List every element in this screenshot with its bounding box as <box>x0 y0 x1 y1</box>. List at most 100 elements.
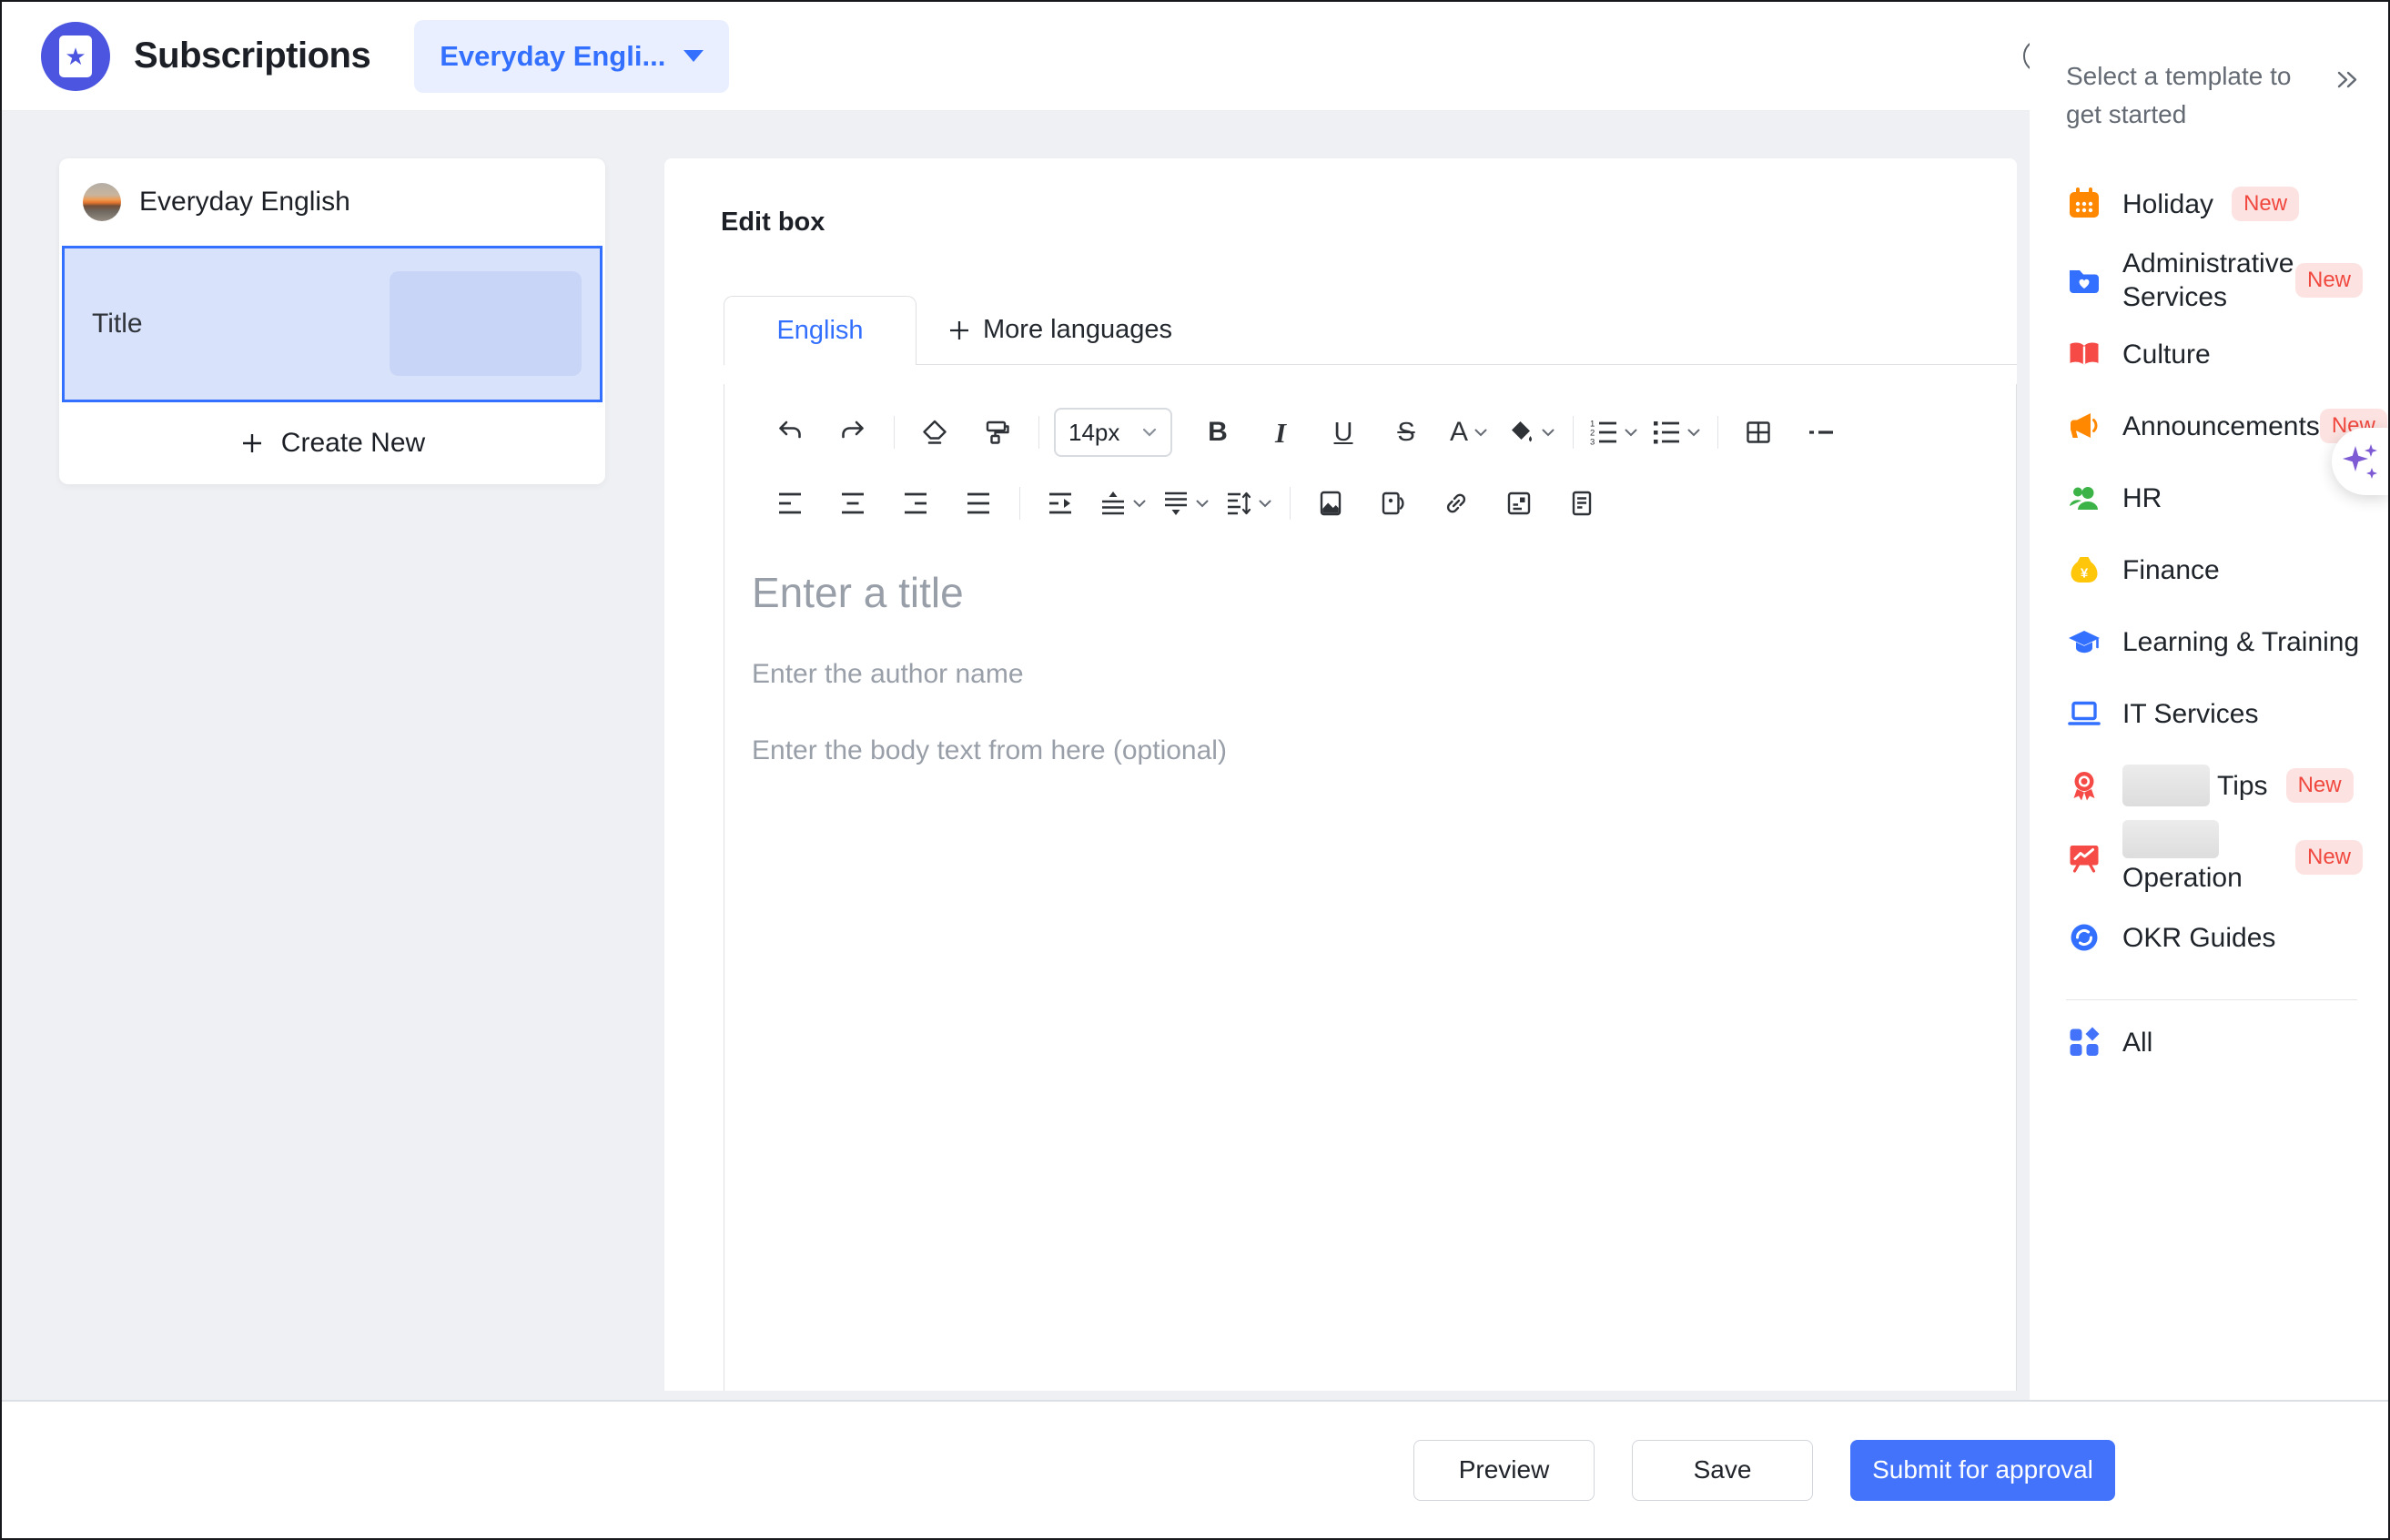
add-more-languages-button[interactable]: More languages <box>947 315 1172 365</box>
template-item-operation[interactable]: Operation New <box>2066 819 2363 896</box>
template-item-finance[interactable]: ¥ Finance <box>2066 532 2363 608</box>
align-left-button[interactable] <box>765 478 815 529</box>
collapse-sidebar-button[interactable] <box>2334 65 2363 94</box>
chevron-down-icon <box>1258 498 1272 510</box>
unordered-list-button[interactable] <box>1651 407 1702 458</box>
app-logo-icon: ★ <box>41 22 110 91</box>
document-icon: ★ <box>59 35 92 77</box>
new-badge: New <box>2295 840 2363 875</box>
align-justify-button[interactable] <box>953 478 1004 529</box>
folder-heart-icon <box>2066 262 2102 299</box>
horizontal-rule-button[interactable] <box>1796 407 1847 458</box>
new-badge: New <box>2286 768 2354 803</box>
calendar-icon <box>2066 186 2102 222</box>
toolbar-row-1: 14px B I U S A <box>765 397 1989 468</box>
align-left-icon <box>776 490 804 517</box>
strikethrough-button[interactable]: S <box>1381 407 1432 458</box>
plus-icon <box>239 431 265 456</box>
issue-item-selected[interactable]: Title <box>62 246 603 402</box>
insert-video-button[interactable] <box>1368 478 1419 529</box>
indent-icon <box>1047 490 1074 517</box>
preview-button[interactable]: Preview <box>1413 1440 1595 1501</box>
undo-icon <box>776 419 804 446</box>
align-center-button[interactable] <box>827 478 878 529</box>
template-item-learning-training[interactable]: Learning & Training <box>2066 608 2363 675</box>
create-new-button[interactable]: Create New <box>59 402 605 484</box>
editor-panel: Edit box English More languages <box>664 158 2017 1391</box>
megaphone-icon <box>2066 408 2102 444</box>
highlight-color-button[interactable] <box>1506 407 1557 458</box>
insert-link-button[interactable] <box>1431 478 1482 529</box>
title-input-placeholder[interactable]: Enter a title <box>752 568 2016 617</box>
horizontal-rule-icon <box>1808 419 1835 446</box>
issue-list-panel: Everyday English Title Create New <box>59 158 605 484</box>
medal-icon <box>2066 767 2102 804</box>
indent-button[interactable] <box>1035 478 1086 529</box>
redacted-text <box>2122 765 2210 806</box>
line-height-button[interactable] <box>1223 478 1274 529</box>
submit-for-approval-button[interactable]: Submit for approval <box>1850 1440 2115 1501</box>
template-item-administrative-services[interactable]: Administrative Services New <box>2066 240 2363 320</box>
card-embed-icon <box>1505 490 1533 517</box>
redo-icon <box>839 419 866 446</box>
people-icon <box>2066 480 2102 516</box>
font-size-select[interactable]: 14px <box>1054 408 1172 457</box>
toolbar-divider <box>1573 416 1574 449</box>
chevron-down-icon <box>684 50 704 62</box>
template-item-culture[interactable]: Culture <box>2066 320 2363 388</box>
issue-title: Title <box>92 309 143 339</box>
save-button[interactable]: Save <box>1632 1440 1813 1501</box>
template-item-announcements[interactable]: Announcements New <box>2066 388 2363 464</box>
redo-button[interactable] <box>827 407 878 458</box>
toolbar-divider <box>1717 416 1718 449</box>
insert-table-button[interactable] <box>1733 407 1784 458</box>
chevron-down-icon <box>1624 427 1638 439</box>
template-list: Holiday New Administrative Services New … <box>2066 167 2363 1080</box>
tab-english[interactable]: English <box>724 296 917 365</box>
space-before-paragraph-button[interactable] <box>1098 478 1149 529</box>
svg-text:3: 3 <box>1590 438 1595 447</box>
insert-image-button[interactable] <box>1305 478 1356 529</box>
text-color-button[interactable]: A <box>1443 407 1494 458</box>
publication-avatar <box>83 183 121 221</box>
insert-document-button[interactable] <box>1556 478 1607 529</box>
ordered-list-button[interactable]: 123 <box>1588 407 1639 458</box>
space-before-icon <box>1099 490 1127 517</box>
link-icon <box>1443 490 1470 517</box>
format-painter-button[interactable] <box>972 407 1023 458</box>
align-right-button[interactable] <box>890 478 941 529</box>
bullet-list-icon <box>1652 419 1681 446</box>
sparkles-icon <box>2340 439 2380 484</box>
publication-selector-dropdown[interactable]: Everyday Engli... <box>414 20 729 93</box>
clear-format-button[interactable] <box>909 407 960 458</box>
chevron-down-icon <box>1473 427 1488 439</box>
space-after-paragraph-button[interactable] <box>1160 478 1211 529</box>
template-item-all[interactable]: All <box>2066 1004 2363 1080</box>
bold-button[interactable]: B <box>1192 407 1243 458</box>
template-sidebar: Select a template to get started Holiday… <box>2030 2 2388 1538</box>
template-item-holiday[interactable]: Holiday New <box>2066 167 2363 240</box>
italic-button[interactable]: I <box>1255 407 1306 458</box>
font-size-value: 14px <box>1068 419 1119 447</box>
language-tabbar: English More languages <box>724 295 2017 365</box>
template-item-tips[interactable]: Tips New <box>2066 752 2363 819</box>
paint-roller-icon <box>984 419 1011 446</box>
sidebar-heading: Select a template to get started <box>2066 57 2295 134</box>
toolbar-row-2 <box>765 468 1989 539</box>
undo-button[interactable] <box>765 407 815 458</box>
toolbar-divider <box>1290 487 1291 520</box>
double-chevron-right-icon <box>2334 65 2363 94</box>
document-icon <box>1568 490 1595 517</box>
template-item-okr-guides[interactable]: OKR Guides <box>2066 896 2363 979</box>
image-icon <box>1317 490 1344 517</box>
numbered-list-icon: 123 <box>1589 419 1618 446</box>
author-input-placeholder[interactable]: Enter the author name <box>752 659 2016 690</box>
chevron-down-icon <box>1141 426 1158 439</box>
chevron-down-icon <box>1132 498 1147 510</box>
underline-button[interactable]: U <box>1318 407 1369 458</box>
insert-card-button[interactable] <box>1494 478 1544 529</box>
body-input-placeholder[interactable]: Enter the body text from here (optional) <box>752 735 2016 766</box>
open-book-icon <box>2066 336 2102 372</box>
template-item-it-services[interactable]: IT Services <box>2066 675 2363 752</box>
template-item-hr[interactable]: HR <box>2066 464 2363 532</box>
